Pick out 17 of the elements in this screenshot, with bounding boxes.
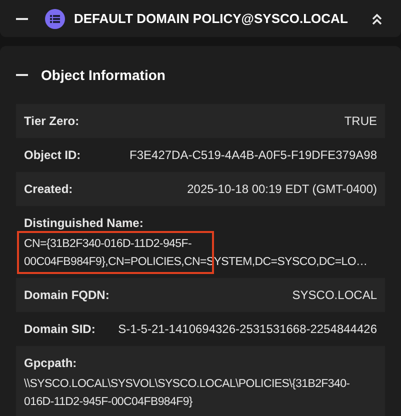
field-value: 2025-10-18 00:19 EDT (GMT-0400) bbox=[187, 181, 377, 198]
field-value: F3E427DA-C519-4A4B-A0F5-F19DFE379A98 bbox=[130, 147, 377, 164]
field-value: S-1-5-21-1410694326-2531531668-2254844426 bbox=[118, 321, 377, 338]
double-chevron-up-icon[interactable] bbox=[371, 12, 383, 24]
section-title: Object Information bbox=[41, 66, 166, 85]
field-value: TRUE bbox=[344, 113, 377, 130]
field-label: Domain SID: bbox=[24, 321, 96, 338]
field-label: Tier Zero: bbox=[24, 113, 80, 130]
panel-title: DEFAULT DOMAIN POLICY@SYSCO.LOCAL bbox=[74, 10, 348, 28]
field-label: Object ID: bbox=[24, 147, 81, 164]
field-value: SYSCO.LOCAL bbox=[292, 287, 377, 304]
field-label: Created: bbox=[24, 181, 73, 198]
list-icon bbox=[45, 8, 65, 28]
field-label: Domain FQDN: bbox=[24, 287, 110, 304]
field-value: \\SYSCO.LOCAL\SYSVOL\SYSCO.LOCAL\POLICIES\{31B2F340- 016D-11D2-945F-00C04FB984F9} bbox=[24, 377, 350, 410]
field-label: Distinguished Name: bbox=[24, 215, 144, 232]
field-label: Gpcpath: bbox=[24, 355, 77, 372]
